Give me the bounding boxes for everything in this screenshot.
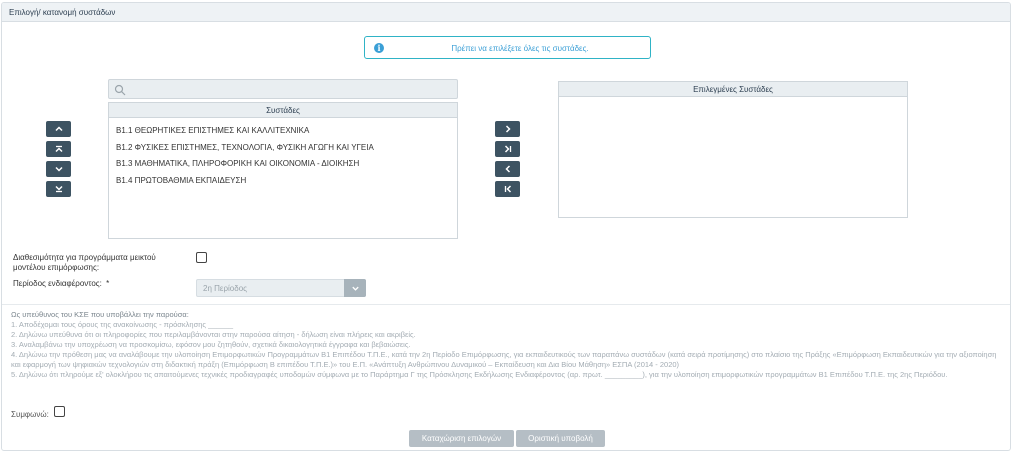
move-all-right-button[interactable] [495, 141, 520, 157]
declaration-line: 1. Αποδέχομαι τους όρους της ανακοίνωσης… [11, 320, 234, 329]
chevron-down-icon [344, 279, 366, 297]
declaration-line: 5. Δηλώνω ότι πληρούμε εξ' ολοκλήρου τις… [11, 370, 948, 379]
panel-title: Επιλογή/ κατανομή συστάδων [9, 8, 116, 17]
declaration-line: 2. Δηλώνω υπεύθυνα ότι οι πληροφορίες πο… [11, 330, 416, 339]
declaration-line: 4. Δηλώνω την πρόθεση μας να αναλάβουμε … [11, 350, 997, 369]
search-box [108, 79, 458, 99]
list-item[interactable]: Β1.2 ΦΥΣΙΚΕΣ ΕΠΙΣΤΗΜΕΣ, ΤΕΧΝΟΛΟΓΙΑ, ΦΥΣΙ… [109, 140, 457, 157]
move-all-left-button[interactable] [495, 181, 520, 197]
info-icon: i [374, 43, 384, 53]
required-marker: * [106, 279, 110, 288]
move-up-button[interactable] [46, 121, 71, 137]
move-left-button[interactable] [495, 161, 520, 177]
period-label-text: Περίοδος ενδιαφέροντος: [13, 279, 102, 288]
declaration-text: Ως υπεύθυνος του ΚΣΕ που υποβάλλει την π… [11, 310, 1001, 380]
period-select-value: 2η Περίοδος [203, 284, 247, 293]
search-input[interactable] [131, 82, 451, 97]
panel-header: Επιλογή/ κατανομή συστάδων [2, 3, 1010, 22]
move-top-icon [54, 145, 63, 153]
available-clusters-list: Συστάδες Β1.1 ΘΕΩΡΗΤΙΚΕΣ ΕΠΙΣΤΗΜΕΣ ΚΑΙ Κ… [108, 102, 458, 239]
move-all-right-icon [504, 145, 511, 153]
divider [2, 304, 1010, 305]
info-message: Πρέπει να επιλέξετε όλες τις συστάδες. [451, 44, 589, 53]
list-item[interactable]: Β1.1 ΘΕΩΡΗΤΙΚΕΣ ΕΠΙΣΤΗΜΕΣ ΚΑΙ ΚΑΛΛΙΤΕΧΝΙ… [109, 123, 457, 140]
final-submit-button[interactable]: Οριστική υποβολή [516, 430, 605, 447]
cluster-selection-panel: Επιλογή/ κατανομή συστάδων i Πρέπει να ε… [1, 2, 1011, 451]
move-left-icon [504, 165, 510, 173]
move-all-left-icon [504, 185, 511, 193]
move-right-button[interactable] [495, 121, 520, 137]
agree-checkbox[interactable] [54, 406, 65, 417]
save-selections-button[interactable]: Καταχώριση επιλογών [409, 430, 514, 447]
move-top-button[interactable] [46, 141, 71, 157]
list-item[interactable]: Β1.3 ΜΑΘΗΜΑΤΙΚΑ, ΠΛΗΡΟΦΟΡΙΚΗ ΚΑΙ ΟΙΚΟΝΟΜ… [109, 156, 457, 173]
available-list-header: Συστάδες [109, 103, 457, 118]
agree-label: Συμφωνώ: [11, 410, 49, 419]
search-icon [114, 84, 126, 96]
mixed-model-label: Διαθεσιμότητα για προγράμματα μεικτού μο… [13, 253, 156, 272]
move-up-icon [54, 126, 63, 132]
move-right-icon [505, 125, 511, 133]
selected-list-header: Επιλεγμένες Συστάδες [559, 82, 907, 97]
move-bottom-icon [54, 185, 63, 193]
period-label: Περίοδος ενδιαφέροντος: * [13, 279, 109, 289]
period-select[interactable]: 2η Περίοδος [196, 279, 366, 297]
move-bottom-button[interactable] [46, 181, 71, 197]
mixed-model-checkbox[interactable] [196, 252, 207, 263]
move-down-icon [54, 166, 63, 172]
declaration-line: 3. Αναλαμβάνω την υποχρέωση να προσκομίσ… [11, 340, 411, 349]
selected-clusters-list: Επιλεγμένες Συστάδες [558, 81, 908, 218]
move-down-button[interactable] [46, 161, 71, 177]
list-item[interactable]: Β1.4 ΠΡΩΤΟΒΑΘΜΙΑ ΕΚΠΑΙΔΕΥΣΗ [109, 173, 457, 190]
declaration-title: Ως υπεύθυνος του ΚΣΕ που υποβάλλει την π… [11, 310, 189, 319]
info-alert: i Πρέπει να επιλέξετε όλες τις συστάδες. [364, 36, 651, 59]
